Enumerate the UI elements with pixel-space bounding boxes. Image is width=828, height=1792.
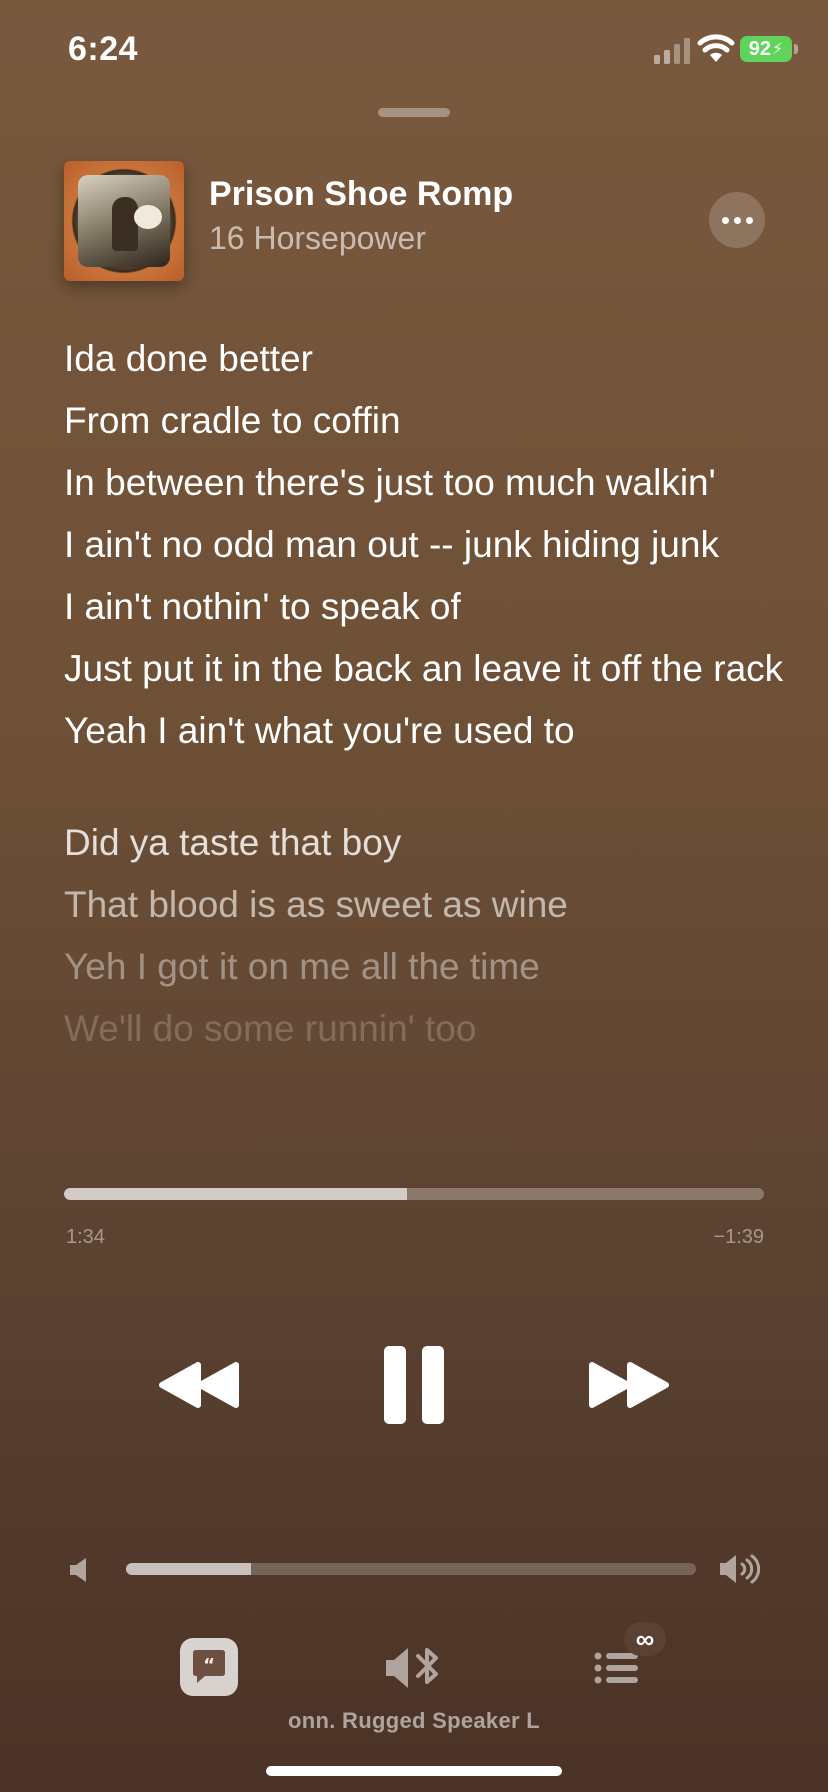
stanza-break bbox=[64, 768, 784, 818]
battery-indicator: 92 ⚡ bbox=[740, 36, 792, 62]
ellipsis-dot bbox=[733, 216, 741, 224]
playback-scrubber[interactable] bbox=[64, 1188, 764, 1200]
lyric-line[interactable]: In between there's just too much walkin' bbox=[64, 458, 784, 508]
track-title[interactable]: Prison Shoe Romp bbox=[209, 175, 513, 214]
track-artist[interactable]: 16 Horsepower bbox=[209, 220, 426, 257]
sheet-grabber[interactable] bbox=[378, 108, 450, 117]
lyric-line[interactable]: I ain't no odd man out -- junk hiding ju… bbox=[64, 520, 784, 570]
volume-high-icon bbox=[720, 1554, 760, 1584]
lyric-line[interactable]: Yeah I ain't what you're used to bbox=[64, 706, 784, 756]
remaining-time: −1:39 bbox=[713, 1226, 764, 1248]
lyric-line-upcoming[interactable]: That blood is as sweet as wine bbox=[64, 880, 784, 930]
rewind-button[interactable] bbox=[150, 1350, 250, 1420]
pause-icon bbox=[384, 1346, 444, 1424]
lyric-line[interactable]: I ain't nothin' to speak of bbox=[64, 582, 784, 632]
home-indicator[interactable] bbox=[266, 1766, 562, 1776]
lyric-line[interactable]: From cradle to coffin bbox=[64, 396, 784, 446]
battery-level: 92 bbox=[748, 37, 771, 60]
lyrics-quote-bubble-icon: “ bbox=[193, 1650, 225, 1683]
lyric-line-upcoming[interactable]: Yeh I got it on me all the time bbox=[64, 942, 784, 992]
autoplay-infinity-badge[interactable]: ∞ bbox=[624, 1622, 666, 1656]
svg-text:“: “ bbox=[203, 1655, 215, 1676]
audio-output-button[interactable] bbox=[384, 1642, 446, 1694]
album-artwork-figure bbox=[112, 197, 138, 251]
ellipsis-dot bbox=[745, 216, 753, 224]
audio-route-label: onn. Rugged Speaker L bbox=[288, 1708, 540, 1733]
album-artwork[interactable] bbox=[64, 161, 184, 281]
pause-button[interactable] bbox=[374, 1340, 454, 1430]
elapsed-time: 1:34 bbox=[66, 1226, 105, 1248]
bluetooth-speaker-icon bbox=[386, 1648, 438, 1688]
cellular-signal-icon bbox=[654, 38, 690, 64]
status-time: 6:24 bbox=[68, 30, 139, 68]
lyric-line-upcoming[interactable]: Did ya taste that boy bbox=[64, 818, 784, 868]
lyric-line[interactable]: Just put it in the back an leave it off … bbox=[64, 644, 784, 694]
lyric-line[interactable]: Ida done better bbox=[64, 334, 784, 384]
rewind-icon bbox=[159, 1362, 239, 1408]
lyric-line-upcoming[interactable]: We'll do some runnin' too bbox=[64, 1004, 784, 1054]
volume-level-fill bbox=[126, 1563, 252, 1575]
ellipsis-icon bbox=[721, 216, 729, 224]
playback-progress-fill bbox=[64, 1188, 407, 1200]
fast-forward-icon bbox=[589, 1362, 669, 1408]
fast-forward-button[interactable] bbox=[578, 1350, 678, 1420]
charging-bolt-icon: ⚡ bbox=[772, 41, 784, 58]
lyrics-view[interactable]: Ida done better From cradle to coffin In… bbox=[64, 334, 784, 1066]
lyrics-button[interactable]: “ bbox=[180, 1638, 238, 1696]
volume-slider[interactable] bbox=[126, 1563, 696, 1575]
more-options-button[interactable] bbox=[709, 192, 765, 248]
battery-nub bbox=[794, 44, 798, 54]
volume-low-icon bbox=[70, 1558, 86, 1582]
album-artwork-photo bbox=[78, 175, 170, 267]
wifi-icon bbox=[697, 34, 735, 62]
album-artwork-bird bbox=[134, 205, 162, 229]
